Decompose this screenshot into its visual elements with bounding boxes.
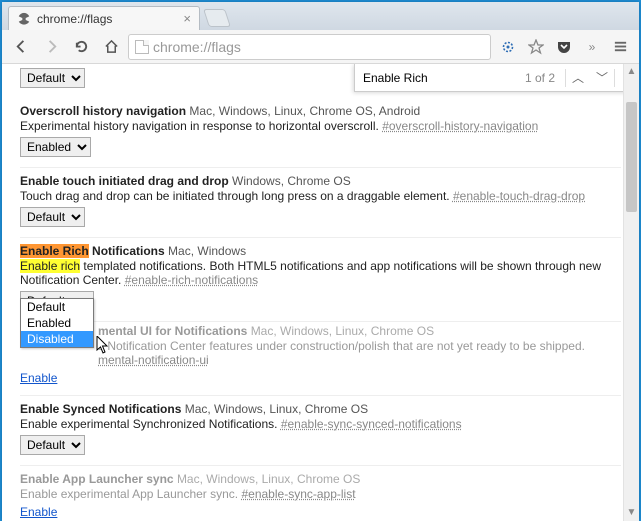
bookmark-star-icon[interactable] [523, 34, 549, 60]
find-next-button[interactable]: ﹀ [590, 69, 614, 86]
find-prev-button[interactable]: ︿ [566, 69, 590, 86]
flag-touch-drag: Enable touch initiated drag and drop Win… [20, 168, 621, 238]
flag-platforms: Mac, Windows, Linux, Chrome OS [177, 472, 360, 486]
flag-title: Enable App Launcher sync Mac, Windows, L… [20, 472, 621, 486]
radiation-icon [17, 12, 31, 26]
enable-link[interactable]: Enable [20, 505, 57, 519]
flag-platforms: Mac, Windows [168, 244, 246, 258]
find-input[interactable] [355, 67, 515, 89]
back-button[interactable] [8, 34, 34, 60]
flag-title: Enable touch initiated drag and drop Win… [20, 174, 621, 188]
flag-title: Enable Synced Notifications Mac, Windows… [20, 402, 621, 416]
flag-hash-link[interactable]: #overscroll-history-navigation [382, 119, 538, 133]
new-tab-button[interactable] [203, 9, 231, 27]
flag-hash-link[interactable]: #enable-sync-app-list [241, 487, 355, 501]
dropdown-options: Default Enabled Disabled [20, 298, 94, 348]
flag-synced-notifications: Enable Synced Notifications Mac, Windows… [20, 396, 621, 466]
flag-select-touchdrag[interactable]: Default [20, 207, 85, 227]
toolbar-right: » [495, 34, 633, 60]
home-button[interactable] [98, 34, 124, 60]
flag-platforms: Mac, Windows, Linux, Chrome OS [251, 324, 434, 338]
chevron-right-icon[interactable]: » [579, 34, 605, 60]
option-default[interactable]: Default [21, 299, 93, 315]
select-top[interactable]: Default [20, 68, 85, 88]
omnibox[interactable]: chrome://flags [128, 34, 491, 60]
browser-tab[interactable]: chrome://flags × [8, 6, 200, 30]
flag-select-syncnotif[interactable]: Default [20, 435, 85, 455]
flag-rich-notifications: Enable Rich Notifications Mac, Windows E… [20, 238, 621, 322]
search-highlight: Enable Rich [20, 244, 89, 258]
tab-title: chrome://flags [37, 12, 112, 26]
scroll-thumb[interactable] [626, 102, 637, 212]
scroll-down-icon[interactable]: ▼ [624, 505, 639, 521]
reload-button[interactable] [68, 34, 94, 60]
tab-strip: chrome://flags × [2, 2, 639, 30]
find-count: 1 of 2 [515, 71, 565, 85]
search-highlight: Enable rich [20, 259, 80, 273]
page-icon [135, 40, 149, 54]
pocket-icon[interactable] [551, 34, 577, 60]
flag-hash-link[interactable]: mental-notification-ui [98, 353, 209, 367]
flag-desc: Experimental history navigation in respo… [20, 119, 621, 133]
flag-platforms: Windows, Chrome OS [232, 174, 351, 188]
flag-platforms: Mac, Windows, Linux, Chrome OS [185, 402, 368, 416]
flag-desc: Enable rich templated notifications. Bot… [20, 259, 621, 287]
flag-desc: Enable experimental Synchronized Notific… [20, 417, 621, 431]
flag-hash-link[interactable]: #enable-rich-notifications [125, 273, 258, 287]
flag-experimental-notif-ui: mental UI for Notifications Mac, Windows… [20, 322, 621, 396]
flag-title: Overscroll history navigation Mac, Windo… [20, 104, 621, 118]
forward-button[interactable] [38, 34, 64, 60]
option-enabled[interactable]: Enabled [21, 315, 93, 331]
flags-list: Overscroll history navigation Mac, Windo… [2, 94, 639, 521]
scrollbar[interactable]: ▲ ▼ [623, 64, 639, 521]
browser-window: chrome://flags × chrome://flags [2, 2, 639, 521]
flag-hash-link[interactable]: #enable-touch-drag-drop [453, 189, 585, 203]
flag-desc: Enable experimental App Launcher sync. #… [20, 487, 621, 501]
menu-icon[interactable] [607, 34, 633, 60]
omnibox-url: chrome://flags [153, 39, 241, 55]
flag-hash-link[interactable]: #enable-sync-synced-notifications [281, 417, 462, 431]
enable-link[interactable]: Enable [20, 371, 57, 385]
find-bar: 1 of 2 ︿ ﹀ × [354, 64, 639, 92]
flag-platforms: Mac, Windows, Linux, Chrome OS, Android [189, 104, 420, 118]
flag-title: Enable Rich Notifications Mac, Windows [20, 244, 621, 258]
flag-app-launcher-sync: Enable App Launcher sync Mac, Windows, L… [20, 466, 621, 521]
flag-title: mental UI for Notifications Mac, Windows… [20, 324, 621, 338]
flag-desc: Touch drag and drop can be initiated thr… [20, 189, 621, 203]
top-flag-select[interactable]: Default [20, 68, 85, 88]
flag-overscroll: Overscroll history navigation Mac, Windo… [20, 98, 621, 168]
page-content: Default 1 of 2 ︿ ﹀ × Overscroll history … [2, 64, 639, 521]
flag-select-overscroll[interactable]: Enabled [20, 137, 91, 157]
option-disabled[interactable]: Disabled [21, 331, 93, 347]
scroll-up-icon[interactable]: ▲ [624, 64, 639, 80]
extension-icon[interactable] [495, 34, 521, 60]
toolbar: chrome://flags » [2, 30, 639, 64]
flag-desc: s Notification Center features under con… [20, 339, 621, 367]
close-icon[interactable]: × [183, 11, 191, 26]
